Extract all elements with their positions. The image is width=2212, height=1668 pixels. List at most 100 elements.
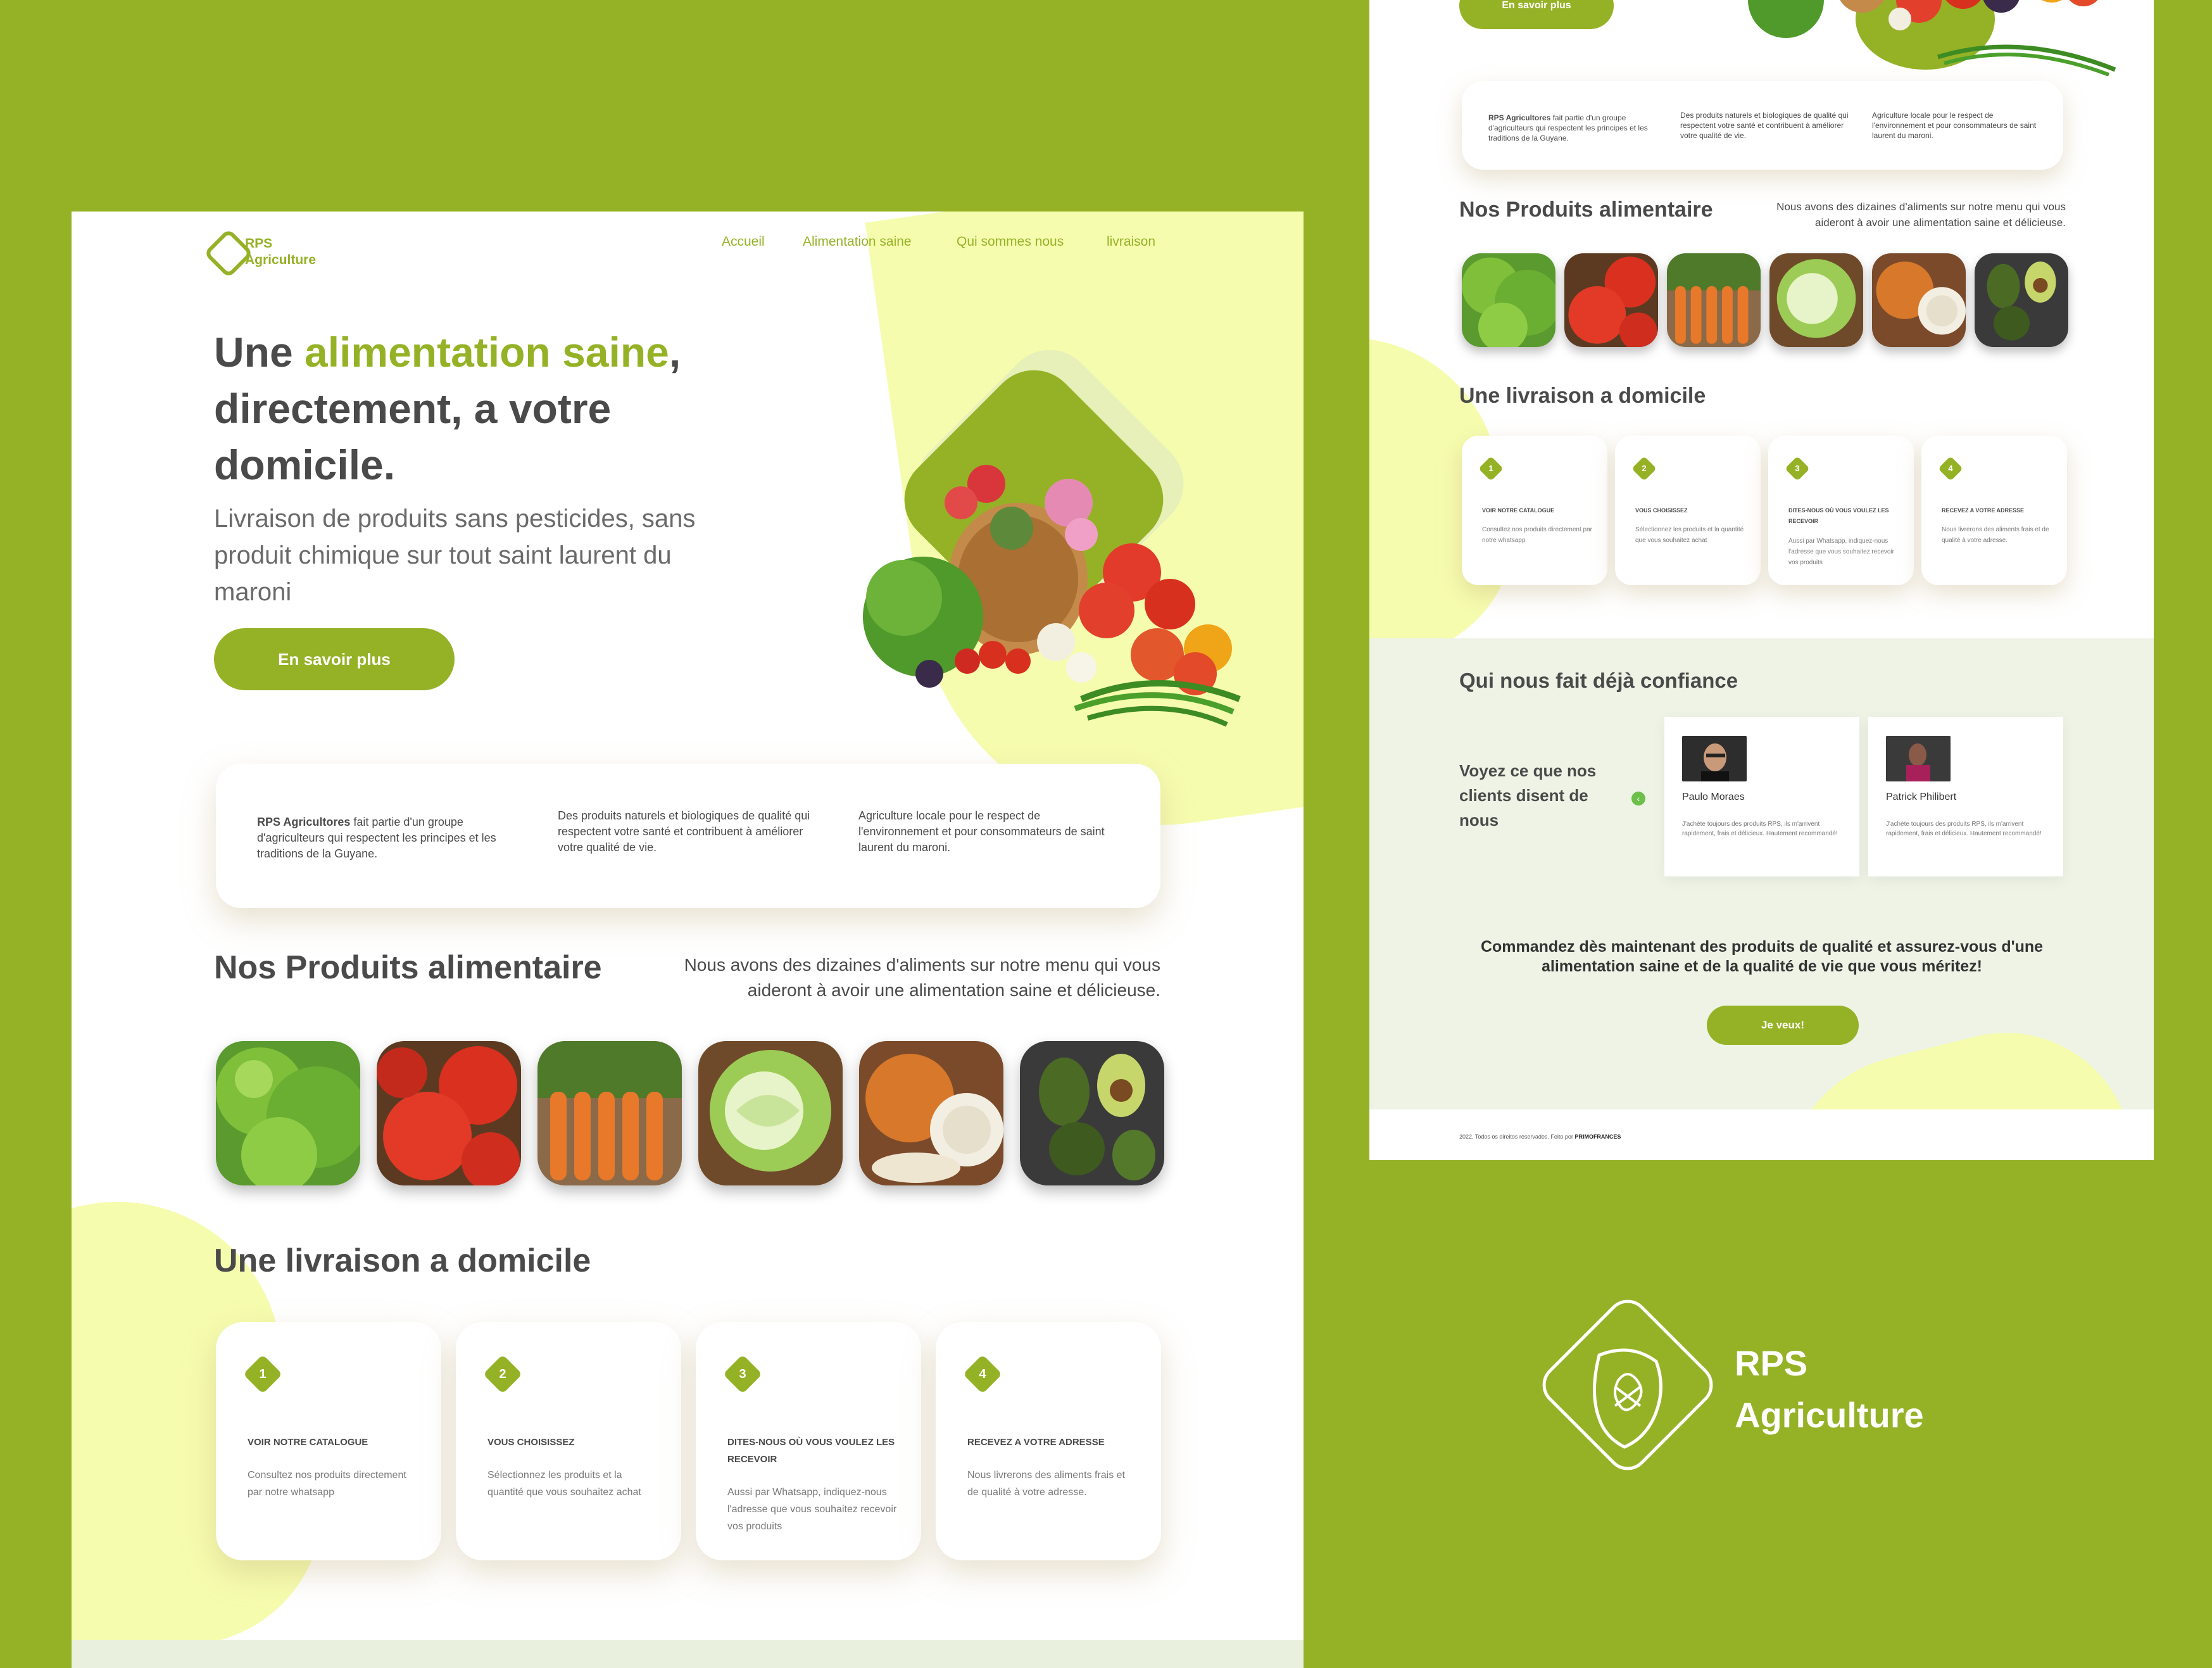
step-text: Sélectionnez les produits et la quantité… bbox=[487, 1470, 641, 1498]
person-photo-image bbox=[1682, 736, 1747, 781]
product-lettuce-tile[interactable] bbox=[216, 1041, 360, 1185]
delivery-step-card: 2 VOUS CHOISISSEZ Sélectionnez les produ… bbox=[1615, 436, 1761, 585]
tomato-image bbox=[377, 1041, 521, 1185]
step-title: RECEVEZ A VOTRE ADRESSE bbox=[967, 1437, 1105, 1448]
onion-image bbox=[859, 1041, 1003, 1185]
step-title: RECEVEZ A VOTRE ADRESSE bbox=[1942, 507, 2025, 514]
step-number: 1 bbox=[1488, 464, 1493, 473]
products-title: Nos Produits alimentaire bbox=[214, 949, 602, 986]
about-info-card: RPS Agricultores fait partie d'un groupe… bbox=[216, 764, 1160, 908]
delivery-step-card: 3 DITES-NOUS OÙ VOUS VOULEZ LES RECEVOIR… bbox=[696, 1322, 921, 1560]
delivery-step-card: 1 VOIR NOTRE CATALOGUE Consultez nos pro… bbox=[216, 1322, 441, 1560]
avocado-image bbox=[1975, 253, 2068, 347]
hero-title-accent: alimentation saine bbox=[305, 329, 669, 376]
step-text: Sélectionnez les produits et la quantité… bbox=[1635, 526, 1744, 544]
delivery-step-card: 4 RECEVEZ A VOTRE ADRESSE Nous livrerons… bbox=[1921, 436, 2067, 585]
avatar bbox=[1886, 736, 1951, 781]
carrot-image bbox=[537, 1041, 682, 1185]
vegetable-basket-image bbox=[1748, 0, 2116, 76]
testimonial-card: Patrick Philibert J'achète toujours des … bbox=[1868, 717, 2063, 876]
cabbage-image bbox=[1769, 253, 1863, 347]
delivery-title: Une livraison a domicile bbox=[1459, 384, 1706, 408]
hero-subtitle: Livraison de produits sans pesticides, s… bbox=[214, 505, 696, 606]
section-divider bbox=[72, 1640, 1304, 1668]
step-title: VOUS CHOISISSEZ bbox=[487, 1437, 575, 1448]
brand-line2: Agriculture bbox=[1735, 1395, 1924, 1435]
carousel-next-icon[interactable]: ‹ bbox=[1631, 792, 1645, 806]
testimonial-text: J'achète toujours des produits RPS, ils … bbox=[1682, 821, 1838, 837]
step-title: VOIR NOTRE CATALOGUE bbox=[1482, 507, 1555, 514]
product-cabbage-tile[interactable] bbox=[698, 1041, 843, 1185]
about-text-2: Des produits naturels et biologiques de … bbox=[558, 809, 810, 854]
step-number: 3 bbox=[739, 1367, 746, 1381]
products-description: Nous avons des dizaines d'aliments sur n… bbox=[1776, 201, 2066, 229]
onion-image bbox=[1872, 253, 1966, 347]
products-title: Nos Produits alimentaire bbox=[1459, 198, 1713, 222]
nav-item-qui-sommes-nous[interactable]: Qui sommes nous bbox=[957, 234, 1064, 250]
carrot-image bbox=[1667, 253, 1761, 347]
step-title: VOUS CHOISISSEZ bbox=[1635, 507, 1688, 514]
nav-item-alimentation-saine[interactable]: Alimentation saine bbox=[803, 234, 912, 250]
product-tomato-tile[interactable] bbox=[1564, 253, 1658, 347]
nav-item-accueil[interactable]: Accueil bbox=[722, 234, 765, 250]
main-page-mockup: RPS Agriculture Accueil Alimentation sai… bbox=[72, 212, 1304, 1668]
testimonial-text: J'achète toujours des produits RPS, ils … bbox=[1886, 821, 2042, 837]
product-lettuce-tile[interactable] bbox=[1462, 253, 1555, 347]
products-description: Nous avons des dizaines d'aliments sur n… bbox=[684, 955, 1160, 1000]
nav-item-livraison[interactable]: livraison bbox=[1107, 234, 1155, 250]
delivery-step-card: 3 DITES-NOUS OÙ VOUS VOULEZ LES RECEVOIR… bbox=[1768, 436, 1914, 585]
step-title: DITES-NOUS OÙ VOUS VOULEZ LES RECEVOIR bbox=[727, 1437, 895, 1465]
logo-line2: Agriculture bbox=[245, 253, 317, 268]
testimonial-name: Patrick Philibert bbox=[1886, 792, 1957, 802]
step-text: Consultez nos produits directement par n… bbox=[248, 1470, 406, 1498]
step-text: Aussi par Whatsapp, indiquez-nous l'adre… bbox=[1788, 538, 1895, 566]
step-number: 2 bbox=[1642, 464, 1647, 473]
step-number: 2 bbox=[499, 1367, 506, 1381]
about-text-2: Des produits naturels et biologiques de … bbox=[1680, 111, 1849, 140]
delivery-step-card: 2 VOUS CHOISISSEZ Sélectionnez les produ… bbox=[456, 1322, 681, 1560]
product-avocado-tile[interactable] bbox=[1975, 253, 2068, 347]
testimonial-card: Paulo Moraes J'achète toujours des produ… bbox=[1664, 717, 1859, 876]
testimonials-intro: Voyez ce que nos clients disent de nous bbox=[1459, 761, 1597, 830]
product-avocado-tile[interactable] bbox=[1020, 1041, 1164, 1185]
step-text: Nous livrerons des aliments frais et de … bbox=[967, 1470, 1125, 1498]
secondary-page-mockup: En savoir plus RPS Agricultores fait par… bbox=[1369, 0, 2154, 1160]
lettuce-image bbox=[216, 1041, 360, 1185]
tomato-image bbox=[1564, 253, 1658, 347]
brand-wordmark: RPS Agriculture bbox=[1735, 1337, 1924, 1441]
step-text: Nous livrerons des aliments frais et de … bbox=[1942, 526, 2049, 544]
en-savoir-plus-button[interactable]: En savoir plus bbox=[1459, 0, 1614, 29]
product-onion-tile[interactable] bbox=[1872, 253, 1966, 347]
avatar bbox=[1682, 736, 1747, 781]
logo[interactable]: RPS Agriculture bbox=[203, 228, 345, 279]
step-text: Aussi par Whatsapp, indiquez-nous l'adre… bbox=[727, 1487, 897, 1532]
product-carrot-tile[interactable] bbox=[537, 1041, 682, 1185]
product-tomato-tile[interactable] bbox=[377, 1041, 521, 1185]
testimonial-name: Paulo Moraes bbox=[1682, 792, 1745, 802]
step-title: VOIR NOTRE CATALOGUE bbox=[248, 1437, 368, 1448]
brand-line1: RPS bbox=[1735, 1343, 1808, 1383]
about-text-1: RPS Agricultores fait partie d'un groupe… bbox=[1488, 113, 1648, 142]
delivery-step-card: 4 RECEVEZ A VOTRE ADRESSE Nous livrerons… bbox=[936, 1322, 1161, 1560]
footer-copyright: 2022, Todos os direitos reservados. Feit… bbox=[1459, 1134, 1621, 1140]
hero-title: Une alimentation saine, directement, a v… bbox=[214, 329, 681, 488]
testimonials-title: Qui nous fait déjà confiance bbox=[1459, 669, 1738, 692]
step-number: 4 bbox=[1948, 464, 1953, 473]
about-text-3: Agriculture locale pour le respect de l'… bbox=[1872, 111, 2037, 140]
about-info-card: RPS Agricultores fait partie d'un groupe… bbox=[1462, 81, 2063, 170]
je-veux-button[interactable]: Je veux! bbox=[1707, 1006, 1859, 1045]
about-text-3: Agriculture locale pour le respect de l'… bbox=[858, 809, 1105, 854]
step-number: 4 bbox=[979, 1367, 986, 1381]
product-onion-tile[interactable] bbox=[859, 1041, 1003, 1185]
step-number: 1 bbox=[259, 1367, 267, 1381]
step-text: Consultez nos produits directement par n… bbox=[1482, 526, 1592, 544]
step-title: DITES-NOUS OÙ VOUS VOULEZ LES RECEVOIR bbox=[1788, 507, 1889, 524]
lettuce-image bbox=[1462, 253, 1555, 347]
cta-text: Commandez dès maintenant des produits de… bbox=[1480, 938, 2044, 975]
step-number: 3 bbox=[1795, 464, 1800, 473]
delivery-title: Une livraison a domicile bbox=[214, 1242, 591, 1279]
product-carrot-tile[interactable] bbox=[1667, 253, 1761, 347]
en-savoir-plus-button[interactable]: En savoir plus bbox=[214, 628, 455, 690]
cabbage-image bbox=[698, 1041, 843, 1185]
product-cabbage-tile[interactable] bbox=[1769, 253, 1863, 347]
